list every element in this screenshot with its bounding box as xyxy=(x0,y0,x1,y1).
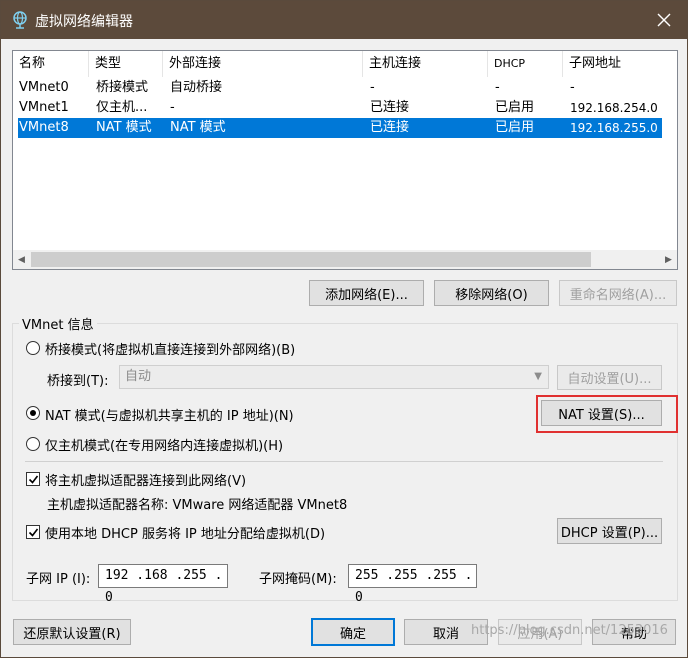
rename-network-button[interactable]: 重命名网络(A)... xyxy=(559,280,677,306)
column-header-type[interactable]: 类型 xyxy=(89,51,163,77)
cell-host: 已连接 xyxy=(370,100,410,115)
watermark-text: https://blog.csdn.net/1253016 xyxy=(471,623,668,638)
cell-dhcp: 已启用 xyxy=(495,120,535,135)
bridge-mode-label[interactable]: 桥接模式(将虚拟机直接连接到外部网络)(B) xyxy=(45,339,295,358)
cell-type: 桥接模式 xyxy=(96,80,149,95)
title-bar: 虚拟网络编辑器 xyxy=(1,1,687,39)
subnet-mask-input[interactable]: 255 .255 .255 . 0 xyxy=(348,564,477,605)
connect-adapter-checkbox[interactable] xyxy=(26,472,40,486)
use-dhcp-checkbox[interactable] xyxy=(26,525,40,539)
cell-external: 自动桥接 xyxy=(170,80,223,95)
horizontal-scrollbar[interactable]: ◀ ▶ xyxy=(13,250,677,269)
scroll-left-icon[interactable]: ◀ xyxy=(13,250,30,269)
close-icon xyxy=(657,13,671,27)
window-title: 虚拟网络编辑器 xyxy=(35,14,133,30)
dhcp-settings-button[interactable]: DHCP 设置(P)... xyxy=(557,518,662,544)
virtual-network-editor-window: 虚拟网络编辑器 名称 类型 外部连接 主机连接 DHCP 子网地址 VMnet0… xyxy=(0,0,688,658)
bridge-to-value: 自动 xyxy=(125,369,152,384)
column-header-host[interactable]: 主机连接 xyxy=(363,51,488,77)
cell-subnet: 192.168.254.0 xyxy=(570,101,658,115)
column-header-dhcp[interactable]: DHCP xyxy=(488,51,563,77)
cell-dhcp: - xyxy=(495,80,500,95)
subnet-ip-input[interactable]: 192 .168 .255 . 0 xyxy=(98,564,228,605)
ok-button[interactable]: 确定 xyxy=(311,618,395,646)
restore-defaults-button[interactable]: 还原默认设置(R) xyxy=(13,619,131,645)
nat-mode-radio[interactable] xyxy=(26,406,40,420)
host-only-mode-radio[interactable] xyxy=(26,437,40,451)
checkmark-icon xyxy=(28,528,38,537)
add-network-button[interactable]: 添加网络(E)... xyxy=(309,280,424,306)
column-header-name[interactable]: 名称 xyxy=(13,51,89,77)
table-row[interactable]: VMnet0 桥接模式 自动桥接 - - - xyxy=(18,78,662,98)
checkmark-icon xyxy=(28,475,38,484)
column-header-external[interactable]: 外部连接 xyxy=(163,51,363,77)
cell-subnet: - xyxy=(570,80,575,95)
cell-type: NAT 模式 xyxy=(96,120,152,135)
cell-type: 仅主机... xyxy=(96,100,148,115)
nat-mode-label[interactable]: NAT 模式(与虚拟机共享主机的 IP 地址)(N) xyxy=(45,405,294,424)
cell-external: NAT 模式 xyxy=(170,120,226,135)
vmnet-info-label: VMnet 信息 xyxy=(19,314,97,333)
cell-subnet: 192.168.255.0 xyxy=(570,121,658,135)
chevron-down-icon: ▼ xyxy=(534,371,542,382)
network-list[interactable]: 名称 类型 外部连接 主机连接 DHCP 子网地址 VMnet0 桥接模式 自动… xyxy=(12,50,678,270)
table-row-selected[interactable]: VMnet8 NAT 模式 NAT 模式 已连接 已启用 192.168.255… xyxy=(18,118,662,138)
highlight-box xyxy=(536,395,678,433)
adapter-name-label: 主机虚拟适配器名称: VMware 网络适配器 VMnet8 xyxy=(47,498,348,513)
bridge-to-label: 桥接到(T): xyxy=(47,374,109,389)
column-header-subnet[interactable]: 子网地址 xyxy=(563,51,677,77)
connect-adapter-label[interactable]: 将主机虚拟适配器连接到此网络(V) xyxy=(45,470,246,489)
network-globe-icon xyxy=(13,11,27,29)
separator xyxy=(25,461,663,462)
cell-name: VMnet0 xyxy=(19,80,69,95)
cell-host: - xyxy=(370,80,375,95)
host-only-mode-label[interactable]: 仅主机模式(在专用网络内连接虚拟机)(H) xyxy=(45,435,283,454)
remove-network-button[interactable]: 移除网络(O) xyxy=(434,280,549,306)
table-row[interactable]: VMnet1 仅主机... - 已连接 已启用 192.168.254.0 xyxy=(18,98,662,118)
scroll-right-icon[interactable]: ▶ xyxy=(660,250,677,269)
cell-host: 已连接 xyxy=(370,120,410,135)
cell-external: - xyxy=(170,100,175,115)
list-header: 名称 类型 外部连接 主机连接 DHCP 子网地址 xyxy=(13,51,677,77)
cell-dhcp: 已启用 xyxy=(495,100,535,115)
bridge-mode-radio[interactable] xyxy=(26,341,40,355)
bridge-to-select[interactable]: 自动 ▼ xyxy=(119,365,549,389)
scrollbar-thumb[interactable] xyxy=(31,252,591,267)
cell-name: VMnet8 xyxy=(19,120,69,135)
subnet-ip-label: 子网 IP (I): xyxy=(26,572,91,587)
close-button[interactable] xyxy=(641,1,687,39)
use-dhcp-label[interactable]: 使用本地 DHCP 服务将 IP 地址分配给虚拟机(D) xyxy=(45,523,325,542)
auto-settings-button[interactable]: 自动设置(U)... xyxy=(557,365,662,390)
cell-name: VMnet1 xyxy=(19,100,69,115)
subnet-mask-label: 子网掩码(M): xyxy=(259,572,337,587)
